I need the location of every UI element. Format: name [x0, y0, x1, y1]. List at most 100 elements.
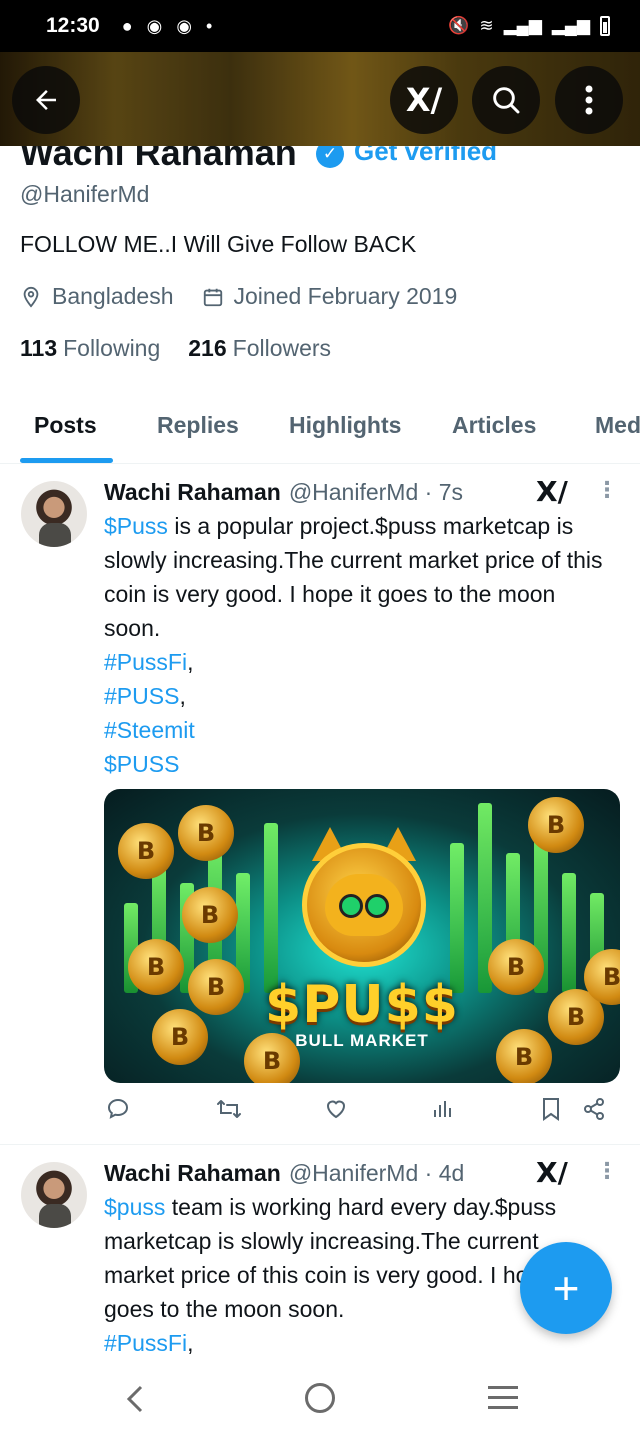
more-vertical-icon[interactable]: ⋮ — [596, 1158, 618, 1184]
status-bar: 12:30 ● ◉ ◉ • 🔇 ≋ ▂▄▆ ▂▄▆ — [0, 0, 640, 52]
grok-button[interactable]: X/ — [390, 66, 458, 134]
post-header: Wachi Rahaman @HaniferMd · 4d — [104, 1160, 464, 1187]
hashtag-link[interactable]: #PussFi — [104, 1330, 187, 1356]
active-tab-indicator — [20, 458, 113, 463]
location-text: Bangladesh — [52, 283, 174, 309]
profile-meta: Bangladesh Joined February 2019 — [20, 283, 485, 310]
status-dot: • — [206, 15, 213, 36]
comma: , — [179, 683, 186, 709]
arrow-left-icon — [36, 90, 56, 110]
analytics-icon — [434, 1101, 451, 1117]
verified-badge-icon: ✓ — [316, 146, 344, 168]
battery-icon — [600, 16, 610, 36]
profile-joined: Joined February 2019 — [202, 283, 458, 310]
share-icon — [584, 1098, 604, 1120]
grok-icon[interactable]: X/ — [536, 475, 568, 508]
avatar[interactable] — [21, 481, 87, 547]
mute-icon: 🔇 — [448, 16, 470, 35]
compose-post-button[interactable]: + — [520, 1242, 612, 1334]
back-button[interactable] — [12, 66, 80, 134]
post-handle-time: @HaniferMd · 7s — [288, 479, 463, 505]
signal-icon: ▂▄▆ — [503, 16, 542, 35]
repost-button[interactable] — [216, 1097, 242, 1127]
hashtag-link[interactable]: #PUSS — [104, 683, 179, 709]
plus-icon: + — [552, 1262, 580, 1314]
status-time: 12:30 — [46, 14, 100, 37]
profile-tabs: Posts Replies Highlights Articles Media — [0, 396, 640, 464]
avatar[interactable] — [21, 1162, 87, 1228]
bookmark-button[interactable] — [540, 1097, 562, 1127]
more-vertical-icon[interactable]: ⋮ — [596, 477, 618, 503]
post-header: Wachi Rahaman @HaniferMd · 7s — [104, 479, 463, 506]
bitcoin-icon: B — [118, 823, 174, 879]
tab-highlights[interactable]: Highlights — [289, 396, 401, 463]
game-controller-icon: ◉ — [146, 15, 163, 36]
more-vertical-icon — [585, 85, 593, 115]
cashtag-link[interactable]: $Puss — [104, 513, 168, 539]
joined-text: Joined February 2019 — [233, 283, 458, 309]
game-controller-icon: ◉ — [176, 15, 193, 36]
bitcoin-icon: B — [178, 805, 234, 861]
system-nav-bar — [0, 1366, 640, 1433]
cat-coin-logo — [302, 843, 426, 967]
followers-count: 216 — [188, 335, 227, 361]
nav-home-icon[interactable] — [305, 1383, 335, 1413]
post-image[interactable]: B B B B B B B B B B B B $PU$$ BULL MARKE… — [104, 789, 620, 1083]
calendar-icon — [203, 288, 222, 306]
bitcoin-icon: B — [182, 887, 238, 943]
share-button[interactable] — [582, 1097, 606, 1127]
heart-icon — [326, 1100, 346, 1119]
tab-articles[interactable]: Articles — [452, 396, 536, 463]
post-actions — [104, 1097, 610, 1129]
followers-link[interactable]: 216 Followers — [188, 335, 331, 362]
profile-name-row: Wachi Rahaman ✓ Get verified — [0, 146, 640, 176]
hashtag-link[interactable]: #PussFi — [104, 649, 187, 675]
bitcoin-icon: B — [528, 797, 584, 853]
more-options-button[interactable] — [555, 66, 623, 134]
bookmark-icon — [543, 1098, 559, 1121]
comma: , — [187, 649, 194, 675]
tab-replies[interactable]: Replies — [157, 396, 239, 463]
tab-posts[interactable]: Posts — [34, 396, 97, 463]
signal-icon: ▂▄▆ — [551, 16, 590, 35]
profile-banner: X/ — [0, 52, 640, 146]
cat-icon — [325, 874, 403, 936]
hashtag-link[interactable]: #Steemit — [104, 717, 195, 743]
search-button[interactable] — [472, 66, 540, 134]
follow-stats: 113 Following 216 Followers — [20, 335, 331, 362]
post[interactable]: Wachi Rahaman @HaniferMd · 7s X/ ⋮ $Puss… — [0, 465, 640, 1145]
post-body: team is working hard every day.$puss mar… — [104, 1194, 572, 1322]
post-author-name[interactable]: Wachi Rahaman — [104, 1160, 281, 1187]
post-handle-time: @HaniferMd · 4d — [288, 1160, 465, 1186]
profile-handle: @HaniferMd — [20, 181, 150, 207]
comma: , — [187, 1330, 194, 1356]
cashtag-link[interactable]: $PUSS — [104, 751, 179, 777]
cashtag-link[interactable]: $puss — [104, 1194, 165, 1220]
following-label: Following — [63, 335, 161, 361]
image-decor — [264, 823, 278, 993]
profile-location: Bangladesh — [20, 283, 174, 310]
repost-icon — [217, 1100, 241, 1118]
nav-back-icon[interactable] — [124, 1384, 146, 1414]
profile-name: Wachi Rahaman — [20, 146, 297, 173]
views-button[interactable] — [430, 1097, 454, 1127]
nav-recents-icon[interactable] — [488, 1386, 518, 1416]
location-pin-icon — [23, 286, 39, 308]
status-system-icons: 🔇 ≋ ▂▄▆ ▂▄▆ — [448, 16, 610, 36]
image-subtitle: BULL MARKET — [295, 1031, 429, 1050]
search-icon — [493, 87, 520, 114]
reply-icon — [107, 1098, 129, 1119]
grok-icon: X/ — [405, 81, 443, 119]
image-decor — [450, 843, 464, 993]
post-author-name[interactable]: Wachi Rahaman — [104, 479, 281, 506]
like-button[interactable] — [324, 1097, 348, 1127]
following-link[interactable]: 113 Following — [20, 335, 160, 362]
post-body: is a popular project.$puss marketcap is … — [104, 513, 603, 641]
reply-button[interactable] — [106, 1097, 130, 1127]
tab-media[interactable]: Media — [595, 396, 640, 463]
post-text: $Puss is a popular project.$puss marketc… — [104, 509, 614, 781]
following-count: 113 — [20, 335, 58, 361]
grok-icon[interactable]: X/ — [536, 1156, 568, 1189]
chat-icon: ● — [121, 15, 133, 36]
get-verified-link[interactable]: Get verified — [354, 146, 497, 167]
